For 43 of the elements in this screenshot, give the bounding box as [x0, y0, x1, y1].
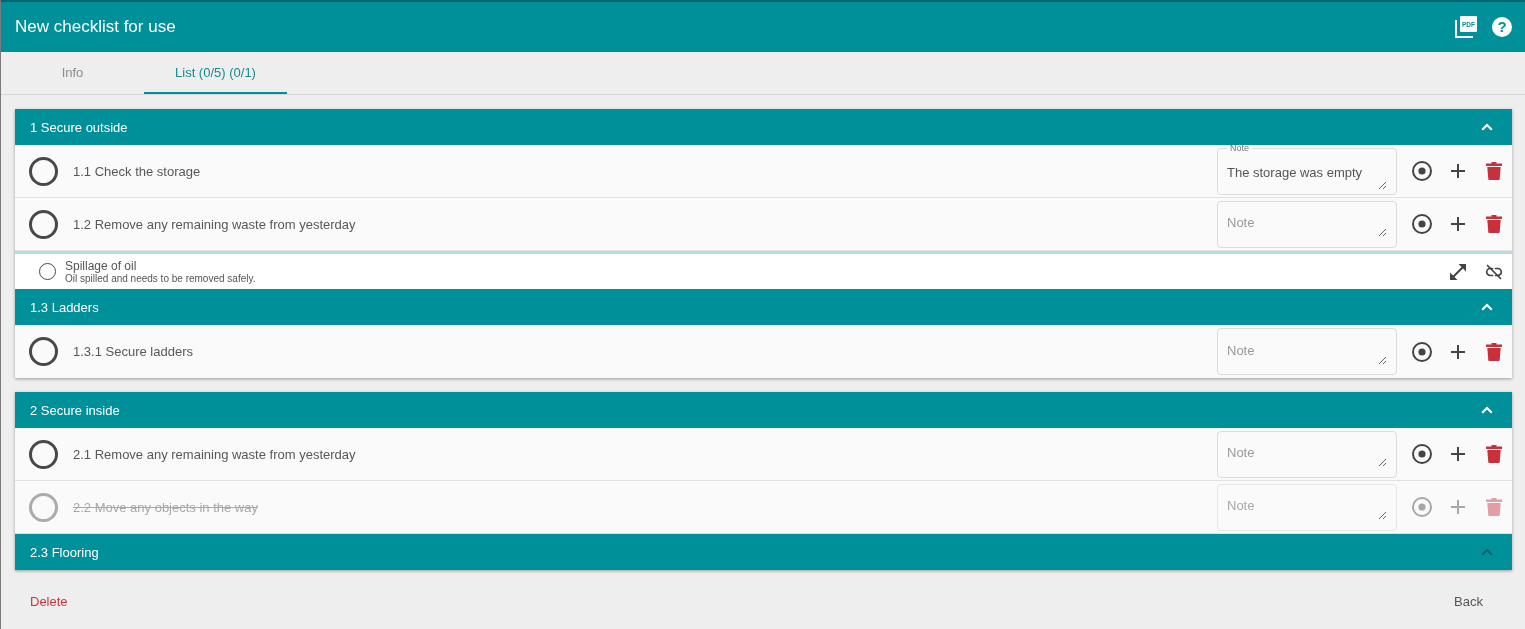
task-label: 2.1 Remove any remaining waste from yesterday — [73, 446, 357, 462]
section-header[interactable]: 1 Secure outside — [15, 109, 1512, 145]
section-header[interactable]: 2 Secure inside — [15, 392, 1512, 428]
delete-button[interactable]: Delete — [15, 583, 83, 619]
unlink-icon[interactable] — [1485, 262, 1503, 281]
task-label: 1.1 Check the storage — [73, 163, 202, 179]
expand-icon[interactable] — [1449, 262, 1467, 281]
plus-icon[interactable] — [1451, 344, 1465, 359]
note-field[interactable]: Note — [1217, 328, 1397, 375]
deviation-description: Oil spilled and needs to be removed safely. — [65, 272, 256, 285]
target-icon[interactable] — [1412, 444, 1432, 464]
tab[interactable]: Info — [1, 52, 144, 94]
section-header[interactable]: 1.3 Ladders — [15, 289, 1512, 325]
plus-icon[interactable] — [1451, 164, 1465, 178]
trash-icon[interactable] — [1486, 162, 1502, 180]
page-title: New checklist for use — [15, 17, 177, 37]
deviation-title: Spillage of oil — [65, 258, 137, 273]
radio-button[interactable] — [29, 439, 58, 469]
note-field[interactable]: Note The storage was empty — [1217, 143, 1397, 195]
help-button[interactable]: ? — [1492, 17, 1512, 37]
plus-icon[interactable] — [1451, 217, 1465, 231]
tab[interactable]: List (0/5) (0/1) — [144, 52, 287, 94]
radio-button[interactable] — [29, 337, 58, 366]
section-title: 2.3 Flooring — [30, 544, 99, 560]
back-button[interactable]: Back — [1439, 583, 1498, 619]
trash-icon[interactable] — [1486, 342, 1502, 361]
section-title: 1.3 Ladders — [30, 299, 99, 315]
radio-button[interactable] — [29, 156, 58, 186]
trash-icon[interactable] — [1486, 445, 1502, 463]
target-icon[interactable] — [1412, 161, 1432, 181]
task-label: 1.3.1 Secure ladders — [73, 344, 194, 359]
note-field[interactable]: Note — [1217, 200, 1397, 248]
plus-icon[interactable] — [1451, 447, 1465, 461]
target-icon[interactable] — [1412, 214, 1432, 234]
note-label: Note — [1229, 143, 1250, 153]
note-field[interactable]: Note — [1217, 430, 1397, 478]
target-icon[interactable] — [1412, 341, 1432, 362]
section-title: 2 Secure inside — [30, 402, 120, 418]
task-label: 2.2 Move any objects in the way — [73, 499, 259, 515]
radio-button[interactable] — [29, 209, 58, 239]
trash-icon[interactable] — [1486, 215, 1502, 233]
task-label: 1.2 Remove any remaining waste from yesterday — [73, 216, 357, 232]
section-title: 1 Secure outside — [30, 119, 128, 135]
